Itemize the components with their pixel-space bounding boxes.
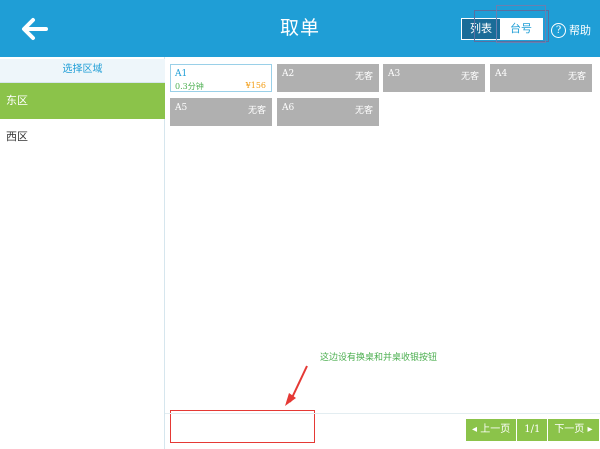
table-card-a5[interactable]: A5 无客 <box>170 98 272 126</box>
list-view-button[interactable]: 列表 <box>462 19 500 39</box>
table-number-view-button[interactable]: 台号 <box>500 19 542 39</box>
top-bar: 取单 列表 台号 ? 帮助 <box>0 0 600 57</box>
table-name: A4 <box>495 69 508 79</box>
help-button[interactable]: ? 帮助 <box>551 20 591 40</box>
table-name: A2 <box>282 69 295 79</box>
triangle-right-icon: ▸ <box>587 424 593 435</box>
footer-divider <box>165 413 600 414</box>
table-card-a2[interactable]: A2 无客 <box>277 64 379 92</box>
table-status: 无客 <box>460 72 479 82</box>
table-name: A6 <box>282 103 295 113</box>
next-page-label: 下一页 <box>554 424 585 435</box>
pagination: ◂ 上一页 1/1 下一页 ▸ <box>466 419 599 441</box>
table-status: 无客 <box>354 72 373 82</box>
zone-item-east[interactable]: 东区 <box>0 83 165 119</box>
help-label: 帮助 <box>569 24 591 37</box>
table-name: A1 <box>175 69 188 79</box>
view-toggle: 列表 台号 <box>461 18 543 40</box>
table-card-a4[interactable]: A4 无客 <box>490 64 592 92</box>
zone-item-west[interactable]: 西区 <box>0 119 165 155</box>
zone-sidebar: 选择区域 东区 西区 <box>0 57 165 449</box>
help-icon: ? <box>551 22 566 38</box>
page-indicator: 1/1 <box>517 419 548 441</box>
annotation-highlight-box <box>170 410 315 443</box>
back-arrow-icon <box>22 18 48 40</box>
triangle-left-icon: ◂ <box>472 424 478 435</box>
back-button[interactable] <box>16 14 52 44</box>
table-status: 无客 <box>247 106 266 116</box>
table-elapsed-time: 0.3分钟 <box>175 82 204 91</box>
table-name: A5 <box>175 103 188 113</box>
table-amount: ¥156 <box>245 81 266 90</box>
zone-sidebar-title: 选择区域 <box>0 59 165 83</box>
table-name: A3 <box>388 69 401 79</box>
prev-page-button[interactable]: ◂ 上一页 <box>466 419 518 441</box>
table-card-a6[interactable]: A6 无客 <box>277 98 379 126</box>
table-card-a3[interactable]: A3 无客 <box>383 64 485 92</box>
table-status: 无客 <box>567 72 586 82</box>
prev-page-label: 上一页 <box>480 424 511 435</box>
next-page-button[interactable]: 下一页 ▸ <box>547 419 599 441</box>
table-status: 无客 <box>354 106 373 116</box>
table-card-a1[interactable]: A1 0.3分钟 ¥156 <box>170 64 272 92</box>
annotation-arrow-icon <box>285 365 308 406</box>
annotation-note: 这边设有换桌和并桌收银按钮 <box>320 353 438 363</box>
